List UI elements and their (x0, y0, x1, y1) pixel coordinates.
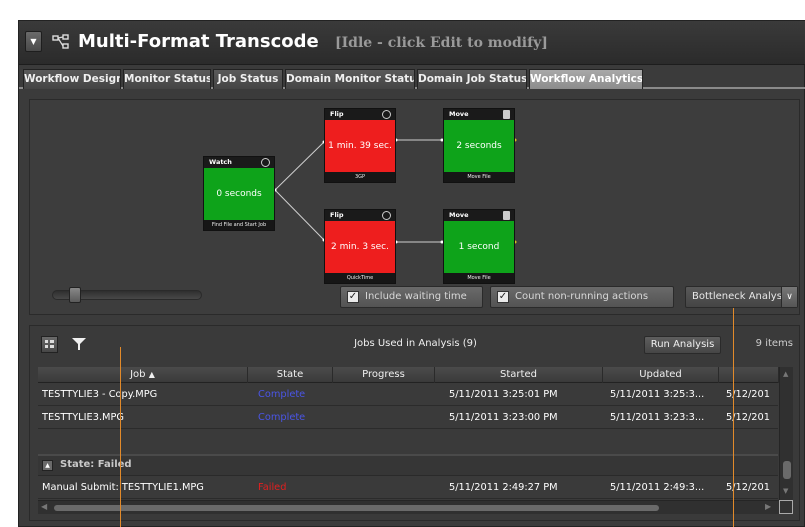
zoom-slider[interactable] (52, 287, 202, 303)
checkbox-checked-icon[interactable]: ✓ (347, 291, 359, 303)
jobs-toolbar: Jobs Used in Analysis (9) Run Analysis 9… (30, 326, 799, 362)
table-header: Job ▲ State Progress Started Updated (38, 367, 793, 383)
zoom-slider-thumb[interactable] (69, 287, 81, 303)
node-flip-quicktime[interactable]: Flip 2 min. 3 sec. QuickTime (324, 209, 396, 284)
tab-workflow-design[interactable]: Workflow Design (23, 69, 121, 89)
include-waiting-time-label: Include waiting time (365, 291, 467, 302)
workflow-status: [Idle - click Edit to modify] (335, 35, 548, 51)
scroll-left-icon[interactable]: ◀ (41, 502, 47, 511)
jobs-panel: Jobs Used in Analysis (9) Run Analysis 9… (29, 325, 800, 521)
table-row[interactable]: Manual Submit: TESTTYLIE1.MPG Failed 5/1… (38, 477, 778, 499)
node-duration: 1 min. 39 sec. (325, 120, 395, 172)
workflow-title: Multi-Format Transcode (78, 31, 319, 52)
column-header-extra[interactable] (719, 367, 779, 383)
scroll-right-icon[interactable]: ▶ (765, 502, 771, 511)
workflow-canvas[interactable]: Watch 0 seconds Find File and Start Job … (29, 99, 800, 315)
column-header-updated[interactable]: Updated (603, 367, 719, 383)
run-analysis-button[interactable]: Run Analysis (644, 336, 721, 354)
job-updated: 5/11/2011 2:49:3... (610, 482, 705, 493)
tab-job-status[interactable]: Job Status (213, 69, 283, 89)
node-label: Move File (444, 172, 514, 182)
job-progress (338, 407, 428, 429)
node-move-1[interactable]: Move 2 seconds Move File (443, 108, 515, 183)
job-progress (338, 384, 428, 406)
tab-monitor-status[interactable]: Monitor Status (123, 69, 211, 89)
column-header-started[interactable]: Started (435, 367, 603, 383)
node-duration: 0 seconds (204, 168, 274, 220)
chevron-down-icon[interactable]: ∨ (781, 287, 797, 307)
job-updated: 5/11/2011 3:25:3... (610, 389, 705, 400)
gear-icon (382, 110, 391, 119)
table-spacer-row (38, 431, 778, 453)
horizontal-scroll-thumb[interactable] (54, 505, 659, 511)
job-started: 5/11/2011 3:25:01 PM (449, 389, 558, 400)
include-waiting-time-toggle[interactable]: ✓ Include waiting time (340, 286, 483, 308)
watch-icon (261, 158, 270, 167)
node-label: Move File (444, 273, 514, 283)
group-header-failed[interactable]: ▲ State: Failed (38, 454, 778, 476)
job-state: Failed (258, 482, 287, 493)
node-duration: 2 seconds (444, 120, 514, 172)
document-icon (503, 110, 510, 119)
node-flip-3gp[interactable]: Flip 1 min. 39 sec. 3GP (324, 108, 396, 183)
vertical-scrollbar[interactable]: ▲ ▼ (779, 367, 793, 500)
column-header-job[interactable]: Job ▲ (38, 367, 248, 383)
gear-icon (382, 211, 391, 220)
job-name: TESTTYLIE3 - Copy.MPG (42, 389, 158, 400)
scroll-up-icon[interactable]: ▲ (783, 370, 788, 378)
node-watch[interactable]: Watch 0 seconds Find File and Start Job (203, 156, 275, 231)
scroll-corner (779, 500, 793, 514)
collapse-button[interactable]: ▼ (25, 31, 42, 52)
jobs-table: Job ▲ State Progress Started Updated TES… (38, 367, 793, 515)
job-started: 5/11/2011 2:49:27 PM (449, 482, 558, 493)
node-duration: 2 min. 3 sec. (325, 221, 395, 273)
horizontal-scrollbar[interactable]: ◀ ▶ (38, 500, 779, 514)
tab-workflow-analytics[interactable]: Workflow Analytics (529, 69, 643, 89)
job-started: 5/11/2011 3:23:00 PM (449, 412, 558, 423)
analysis-mode-select[interactable]: Bottleneck Analysis ∨ (685, 286, 798, 308)
tab-domain-job-status[interactable]: Domain Job Status (417, 69, 527, 89)
items-count: 9 items (755, 338, 793, 349)
sort-ascending-icon: ▲ (148, 370, 155, 379)
column-header-state[interactable]: State (248, 367, 333, 383)
job-name: Manual Submit: TESTTYLIE1.MPG (42, 482, 204, 493)
table-row[interactable]: TESTTYLIE3.MPG Complete 5/11/2011 3:23:0… (38, 407, 778, 429)
node-duration: 1 second (444, 221, 514, 273)
title-bar: ▼ Multi-Format Transcode [Idle - click E… (19, 21, 805, 65)
analysis-mode-value: Bottleneck Analysis (692, 291, 790, 302)
job-name: TESTTYLIE3.MPG (42, 412, 125, 423)
node-label: 3GP (325, 172, 395, 182)
annotation-pointer-line (120, 347, 121, 527)
job-updated: 5/11/2011 3:23:3... (610, 412, 705, 423)
vertical-scroll-thumb[interactable] (783, 461, 791, 479)
table-row[interactable]: TESTTYLIE3 - Copy.MPG Complete 5/11/2011… (38, 384, 778, 406)
workflow-connectors (273, 138, 517, 244)
workflow-window: ▼ Multi-Format Transcode [Idle - click E… (18, 20, 805, 527)
job-progress (338, 477, 428, 499)
collapse-group-icon[interactable]: ▲ (42, 460, 53, 471)
tab-domain-monitor-status[interactable]: Domain Monitor Status (285, 69, 415, 89)
column-header-progress[interactable]: Progress (333, 367, 435, 383)
scroll-down-icon[interactable]: ▼ (783, 487, 788, 495)
node-label: Find File and Start Job (204, 220, 274, 230)
job-state: Complete (258, 412, 306, 423)
tab-bar: Workflow Design Monitor Status Job Statu… (19, 69, 805, 89)
workflow-icon (52, 34, 69, 49)
node-move-2[interactable]: Move 1 second Move File (443, 209, 515, 284)
count-non-running-toggle[interactable]: ✓ Count non-running actions (490, 286, 674, 308)
annotation-pointer-line (733, 308, 734, 527)
node-label: QuickTime (325, 273, 395, 283)
count-non-running-label: Count non-running actions (515, 291, 649, 302)
checkbox-checked-icon[interactable]: ✓ (497, 291, 509, 303)
job-state: Complete (258, 389, 306, 400)
document-icon (503, 211, 510, 220)
